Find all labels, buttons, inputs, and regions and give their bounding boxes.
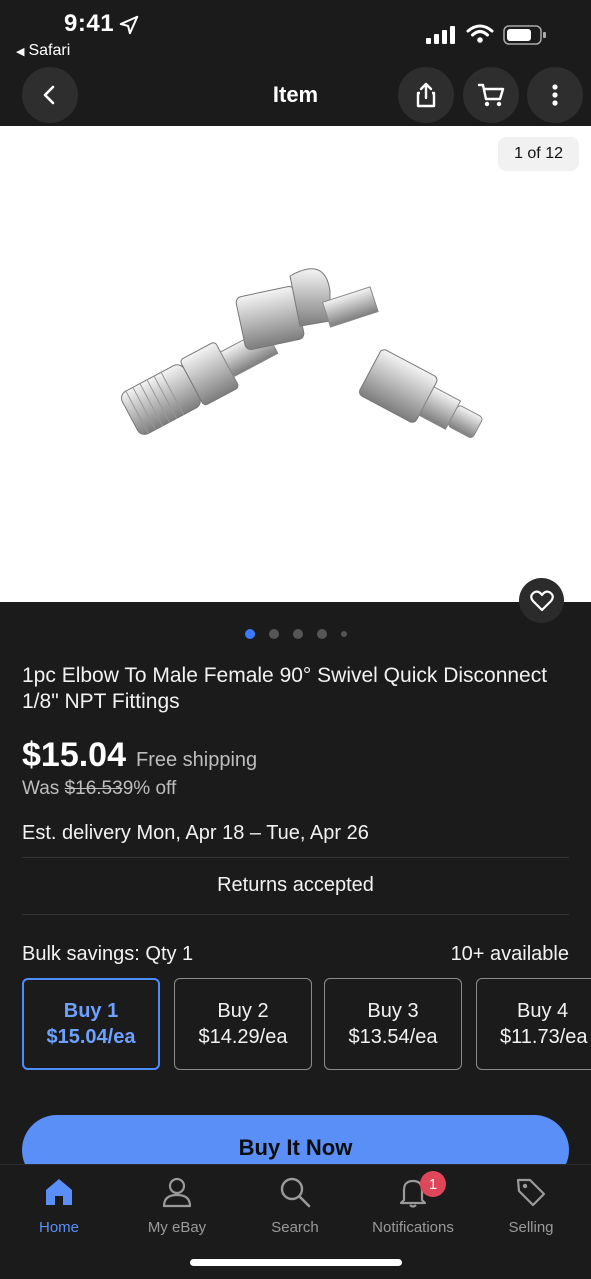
- tab-label: Home: [38, 1219, 79, 1236]
- pagination-dot[interactable]: [292, 629, 303, 639]
- nav-bar: Item: [0, 64, 591, 126]
- pagination-dot[interactable]: [244, 629, 255, 639]
- share-icon: [416, 82, 436, 108]
- bulk-option-buy-3[interactable]: Buy 3 $13.54/ea: [324, 978, 462, 1070]
- price-row: $15.04 Free shipping: [22, 736, 257, 775]
- bulk-option-buy-1[interactable]: Buy 1 $15.04/ea: [22, 978, 160, 1070]
- home-icon: [46, 1179, 72, 1205]
- returns-policy: Returns accepted: [217, 874, 374, 896]
- bulk-option-qty: Buy 1: [63, 1000, 119, 1022]
- heart-icon: [529, 590, 554, 611]
- bulk-option-buy-2[interactable]: Buy 2 $14.29/ea: [174, 978, 312, 1070]
- tab-home[interactable]: Home: [0, 1175, 118, 1236]
- product-title: 1pc Elbow To Male Female 90° Swivel Quic…: [22, 664, 548, 713]
- bulk-option-price: $14.29/ea: [198, 1026, 288, 1048]
- estimated-delivery: Est. delivery Mon, Apr 18 – Tue, Apr 26: [22, 822, 369, 844]
- price: $15.04: [22, 736, 126, 774]
- more-options-button[interactable]: [527, 67, 583, 123]
- person-icon: [162, 1177, 192, 1208]
- pagination-dot[interactable]: [340, 631, 347, 637]
- back-app-label: Safari: [28, 42, 71, 59]
- product-image-gallery[interactable]: 1 of 12: [0, 126, 591, 602]
- divider: [22, 857, 569, 858]
- was-label: Was: [22, 778, 60, 799]
- back-to-app-link[interactable]: ◀ Safari: [16, 42, 70, 60]
- bulk-option-qty: Buy 2: [217, 1000, 269, 1022]
- was-price: $16.53: [64, 778, 123, 799]
- tab-notifications[interactable]: 1 Notifications: [354, 1171, 472, 1236]
- bulk-option-buy-4[interactable]: Buy 4 $11.73/ea: [476, 978, 591, 1070]
- pagination-dot[interactable]: [316, 629, 327, 639]
- bulk-option-price: $11.73/ea: [500, 1026, 588, 1048]
- bulk-option-qty: Buy 4: [517, 1000, 569, 1022]
- availability: 10+ available: [450, 943, 569, 965]
- image-counter: 1 of 12: [498, 137, 579, 171]
- battery-icon: [503, 25, 546, 45]
- wifi-icon: [466, 24, 494, 43]
- shipping-info: Free shipping: [136, 749, 258, 771]
- status-bar: 9:41 ◀ Safari: [0, 0, 591, 64]
- discount-label: 9% off: [122, 778, 177, 799]
- home-indicator: [190, 1259, 402, 1266]
- original-price-row: Was $16.539% off: [22, 778, 176, 800]
- tab-label: My eBay: [147, 1219, 207, 1236]
- status-time: 9:41: [64, 10, 115, 37]
- image-pagination-dots: [0, 629, 591, 639]
- tab-label: Selling: [508, 1219, 554, 1236]
- tab-search[interactable]: Search: [236, 1175, 354, 1236]
- tag-icon: [516, 1178, 546, 1207]
- bulk-option-price: $13.54/ea: [348, 1026, 438, 1048]
- tab-my-ebay[interactable]: My eBay: [118, 1175, 236, 1236]
- bulk-savings-label: Bulk savings: Qty 1: [22, 943, 194, 965]
- bulk-option-qty: Buy 3: [367, 1000, 419, 1022]
- cart-button[interactable]: [463, 67, 519, 123]
- pagination-dot[interactable]: [268, 629, 279, 639]
- notification-badge: 1: [420, 1171, 446, 1197]
- location-arrow-icon: [119, 15, 139, 35]
- tab-selling[interactable]: Selling: [472, 1175, 590, 1236]
- tab-label: Notifications: [372, 1219, 454, 1236]
- search-icon: [280, 1177, 311, 1208]
- more-vertical-icon: [552, 84, 558, 106]
- divider: [22, 914, 569, 915]
- product-image[interactable]: [100, 246, 500, 466]
- tab-label: Search: [271, 1219, 319, 1236]
- bulk-option-price: $15.04/ea: [46, 1026, 136, 1048]
- cart-icon: [477, 83, 505, 107]
- cellular-signal-icon: [426, 26, 455, 44]
- watch-heart-button[interactable]: [519, 578, 564, 623]
- share-button[interactable]: [398, 67, 454, 123]
